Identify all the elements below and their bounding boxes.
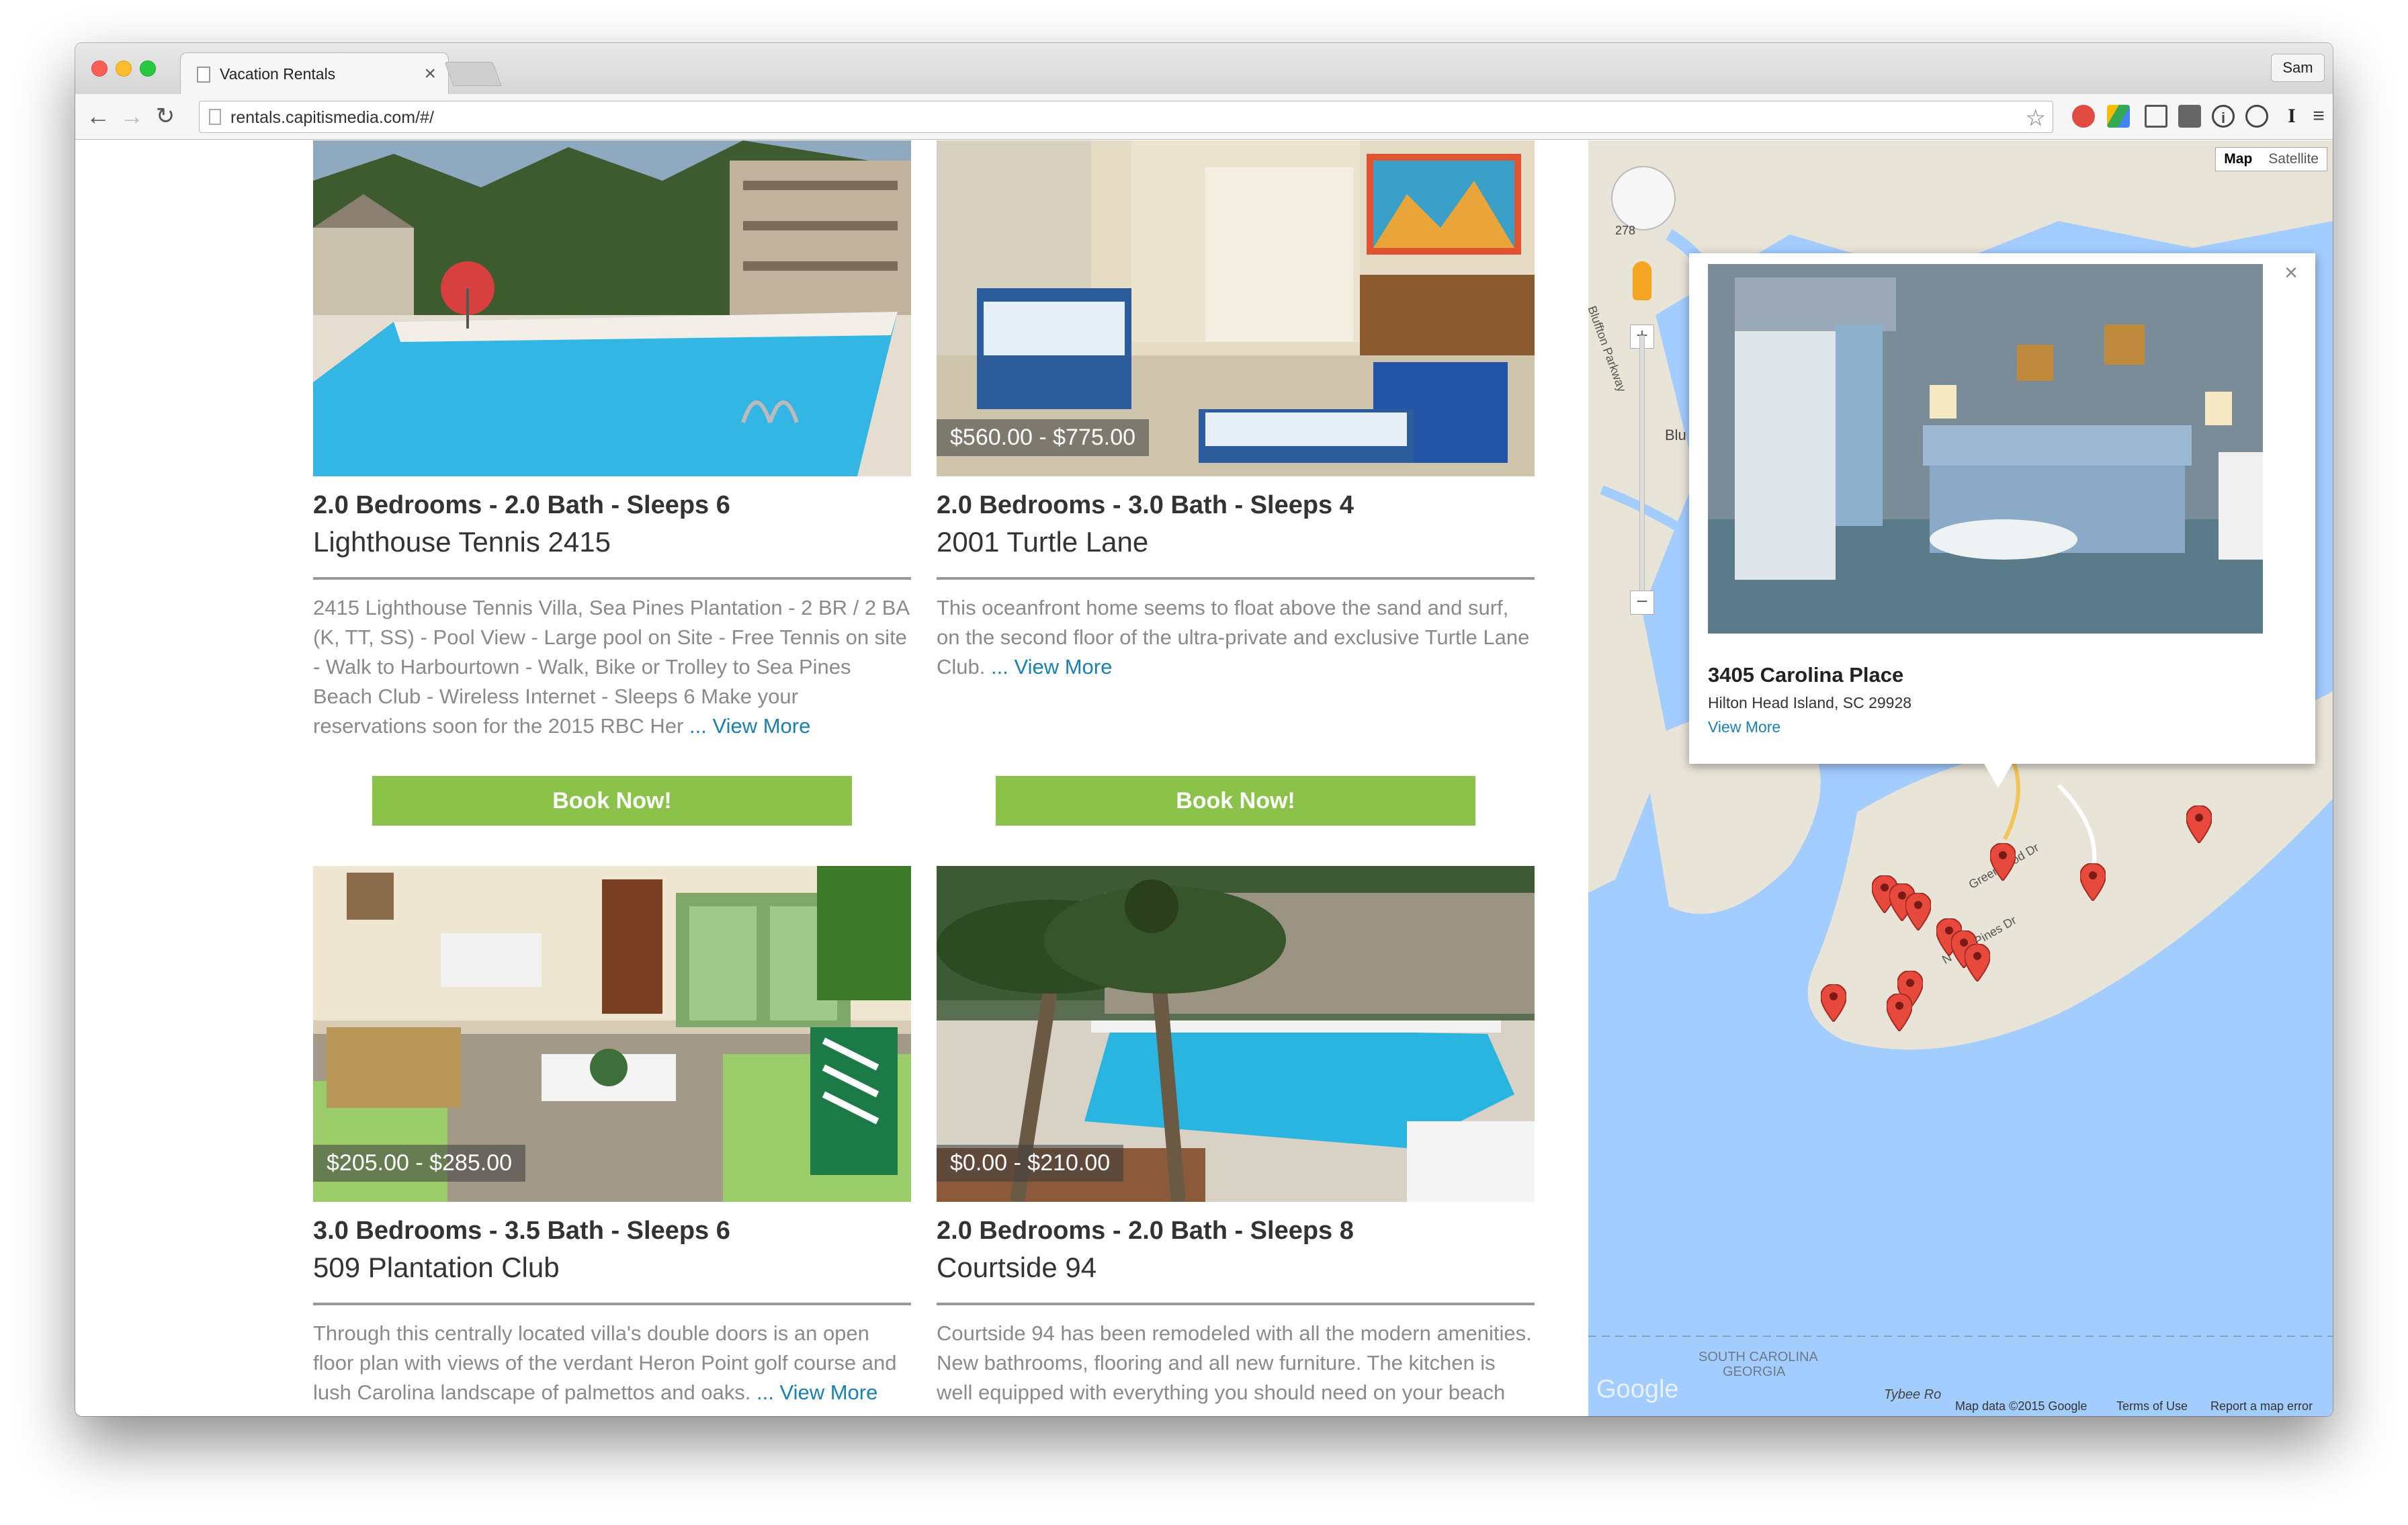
terms-of-use-link[interactable]: Terms of Use bbox=[2116, 1399, 2188, 1413]
info-icon[interactable]: i bbox=[2212, 105, 2235, 128]
minimize-window-button[interactable] bbox=[116, 60, 132, 77]
map-footer: Map data ©2015 Google Terms of Use Repor… bbox=[1588, 1399, 2333, 1416]
bookmark-star-icon[interactable]: ☆ bbox=[2026, 105, 2046, 132]
listing-rooms: 2.0 Bedrooms - 3.0 Bath - Sleeps 4 bbox=[937, 491, 1354, 519]
menu-icon[interactable]: ≡ bbox=[2307, 105, 2330, 128]
url-text[interactable]: rentals.capitismedia.com/#/ bbox=[230, 108, 434, 128]
map-marker-icon[interactable] bbox=[1821, 984, 1846, 1022]
extension-adblock-icon[interactable] bbox=[2072, 105, 2095, 128]
listing-name[interactable]: Courtside 94 bbox=[937, 1252, 1096, 1284]
listing-card: $0.00 - $210.00 2.0 Bedrooms - 2.0 Bath … bbox=[937, 866, 1535, 1404]
description-text: 2415 Lighthouse Tennis Villa, Sea Pines … bbox=[313, 596, 909, 738]
listing-card: $560.00 - $775.00 2.0 Bedrooms - 3.0 Bat… bbox=[937, 140, 1535, 832]
listing-rooms: 2.0 Bedrooms - 2.0 Bath - Sleeps 6 bbox=[313, 491, 730, 519]
browser-toolbar: ← → ↻ rentals.capitismedia.com/#/ ☆ i I … bbox=[75, 94, 2333, 140]
divider bbox=[313, 577, 911, 580]
cast-icon[interactable] bbox=[2145, 105, 2167, 128]
tab-strip: Vacation Rentals × Sam bbox=[75, 43, 2333, 94]
divider bbox=[313, 1303, 911, 1305]
google-drive-icon[interactable] bbox=[2107, 105, 2130, 128]
listing-description: 2415 Lighthouse Tennis Villa, Sea Pines … bbox=[313, 593, 911, 741]
street-view-pegman-icon[interactable] bbox=[1633, 261, 1651, 300]
tab-close-icon[interactable]: × bbox=[424, 62, 436, 85]
zoom-out-button[interactable]: − bbox=[1630, 591, 1654, 615]
tab-title: Vacation Rentals bbox=[220, 65, 336, 83]
state-label-ga: GEORGIA bbox=[1723, 1364, 1786, 1379]
browser-window: Vacation Rentals × Sam ← → ↻ rentals.cap… bbox=[75, 43, 2333, 1416]
zoom-slider[interactable] bbox=[1639, 335, 1645, 597]
map-info-window: × 3405 Carolina Place Hilton Head Island… bbox=[1689, 253, 2315, 788]
reload-icon[interactable]: ↻ bbox=[152, 103, 179, 130]
listing-rooms: 2.0 Bedrooms - 2.0 Bath - Sleeps 8 bbox=[937, 1217, 1354, 1245]
instapaper-icon[interactable]: I bbox=[2280, 105, 2303, 128]
extension-icon[interactable] bbox=[2178, 105, 2201, 128]
profile-button[interactable]: Sam bbox=[2271, 54, 2325, 82]
route-278-label: 278 bbox=[1615, 224, 1636, 237]
listing-name[interactable]: 509 Plantation Club bbox=[313, 1252, 560, 1284]
view-more-link[interactable]: ... View More bbox=[757, 1381, 877, 1404]
info-window-view-more-link[interactable]: View More bbox=[1708, 718, 1780, 736]
listing-card: 2.0 Bedrooms - 2.0 Bath - Sleeps 6 Light… bbox=[313, 140, 911, 832]
pan-control[interactable] bbox=[1611, 166, 1676, 230]
state-label-sc: SOUTH CAROLINA bbox=[1698, 1350, 1818, 1364]
listing-photo[interactable] bbox=[313, 140, 911, 476]
book-now-button[interactable]: Book Now! bbox=[996, 776, 1475, 826]
price-badge: $205.00 - $285.00 bbox=[313, 1145, 526, 1182]
info-window-photo bbox=[1708, 264, 2263, 634]
view-more-link[interactable]: ... View More bbox=[689, 714, 810, 738]
listing-photo[interactable]: $560.00 - $775.00 bbox=[937, 140, 1535, 476]
report-map-error-link[interactable]: Report a map error bbox=[2210, 1399, 2313, 1413]
listing-description: Courtside 94 has been remodeled with all… bbox=[937, 1319, 1535, 1407]
map-type-map-button[interactable]: Map bbox=[2216, 148, 2260, 171]
map-marker-icon[interactable] bbox=[1887, 994, 1912, 1031]
listing-card: $205.00 - $285.00 3.0 Bedrooms - 3.5 Bat… bbox=[313, 866, 911, 1404]
new-tab-button[interactable] bbox=[444, 62, 502, 86]
map-marker-icon[interactable] bbox=[1990, 843, 2016, 881]
back-arrow-icon[interactable]: ← bbox=[85, 103, 112, 130]
forward-arrow-icon[interactable]: → bbox=[118, 103, 145, 130]
address-bar[interactable]: rentals.capitismedia.com/#/ ☆ bbox=[199, 101, 2053, 133]
info-window-title: 3405 Carolina Place bbox=[1708, 663, 1904, 687]
listing-name[interactable]: 2001 Turtle Lane bbox=[937, 526, 1148, 558]
divider bbox=[937, 577, 1535, 580]
zoom-window-button[interactable] bbox=[140, 60, 156, 77]
listing-description: Through this centrally located villa's d… bbox=[313, 1319, 911, 1407]
divider bbox=[937, 1303, 1535, 1305]
map-view[interactable]: Map Satellite + − 278 Bluffton Parkway B… bbox=[1588, 140, 2333, 1416]
info-window-close-icon[interactable]: × bbox=[2284, 260, 2298, 286]
view-more-link[interactable]: ... View More bbox=[991, 655, 1112, 679]
listing-rooms: 3.0 Bedrooms - 3.5 Bath - Sleeps 6 bbox=[313, 1217, 730, 1245]
map-marker-icon[interactable] bbox=[2080, 863, 2106, 901]
price-badge: $0.00 - $210.00 bbox=[937, 1145, 1124, 1182]
page-favicon-icon bbox=[197, 67, 210, 83]
map-data-attribution: Map data ©2015 Google bbox=[1955, 1399, 2088, 1413]
listing-photo[interactable]: $0.00 - $210.00 bbox=[937, 866, 1535, 1202]
listing-name[interactable]: Lighthouse Tennis 2415 bbox=[313, 526, 611, 558]
page-content: 2.0 Bedrooms - 2.0 Bath - Sleeps 6 Light… bbox=[75, 140, 2333, 1416]
listing-photo[interactable]: $205.00 - $285.00 bbox=[313, 866, 911, 1202]
vpn-icon[interactable] bbox=[2245, 105, 2268, 128]
description-text: Courtside 94 has been remodeled with all… bbox=[937, 1321, 1532, 1404]
map-type-satellite-button[interactable]: Satellite bbox=[2260, 148, 2327, 171]
map-type-control[interactable]: Map Satellite bbox=[2215, 147, 2327, 171]
map-marker-icon[interactable] bbox=[1905, 893, 1931, 930]
map-marker-icon[interactable] bbox=[2186, 805, 2212, 843]
info-window-address: Hilton Head Island, SC 29928 bbox=[1708, 694, 1912, 711]
tab-vacation-rentals[interactable]: Vacation Rentals × bbox=[180, 52, 449, 94]
bluffton-label: Blu bbox=[1665, 427, 1686, 443]
listing-description: This oceanfront home seems to float abov… bbox=[937, 593, 1535, 682]
price-badge: $560.00 - $775.00 bbox=[937, 419, 1150, 456]
page-icon bbox=[209, 109, 221, 125]
book-now-button[interactable]: Book Now! bbox=[372, 776, 852, 826]
info-window-pointer bbox=[1983, 762, 2013, 788]
map-marker-icon[interactable] bbox=[1965, 944, 1990, 982]
close-window-button[interactable] bbox=[91, 60, 108, 77]
